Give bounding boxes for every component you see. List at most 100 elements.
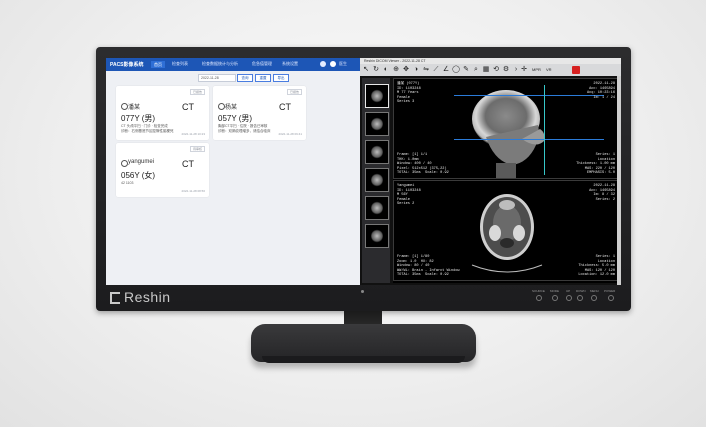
app-brand: PACS影像系统 [110, 62, 144, 68]
search-button[interactable]: 查询 [237, 74, 253, 82]
mpr-button[interactable]: MPR [532, 67, 541, 72]
series-thumbnail-panel [362, 78, 390, 283]
source-button[interactable] [536, 295, 542, 301]
patient-age-sex: 077Y (男) [121, 114, 156, 123]
worklist-app: PACS影像系统 首页 检查列表 检查数据统计与分析 危急值管理 系统设置 医生… [106, 58, 360, 285]
bezel-label-source: SOURCE [532, 289, 545, 293]
layout-icon[interactable]: ▦ [482, 66, 490, 74]
reshin-logo-icon [110, 292, 120, 304]
date-input[interactable]: 2022-11-28 [198, 74, 236, 82]
annotation-icon[interactable]: ✎ [462, 66, 470, 74]
brand-name: Reshin [124, 289, 171, 305]
zoom-icon[interactable]: ⊕ [392, 66, 400, 74]
power-button[interactable] [608, 295, 614, 301]
roi-icon[interactable]: ◯ [452, 66, 460, 74]
modality-label: CT [182, 159, 194, 169]
exam-time: 2022-11-28 09:41 [278, 132, 302, 136]
window-level-icon[interactable]: ◐ [382, 66, 390, 74]
power-led-icon [361, 290, 364, 293]
bezel-label-power: POWER [604, 289, 616, 293]
nav-item-settings[interactable]: 系统设置 [282, 61, 298, 67]
menu-button[interactable] [591, 295, 597, 301]
user-icon [218, 103, 225, 110]
overlay-top-left: Yangumei ID: 1103248 M 56Y Female Series… [397, 184, 421, 207]
pointer-icon[interactable]: ↖ [362, 66, 370, 74]
overlay-top-right: 2022-11-28 Acc: 1465894 Acq: 10:23:16 Im… [586, 82, 615, 100]
patient-card[interactable]: 待审核 yangumei CT 056Y (女) 42 1103 2022-11… [116, 143, 209, 197]
series-thumbnail[interactable] [365, 84, 389, 108]
nav-item-home[interactable]: 首页 [151, 61, 165, 68]
angle-icon[interactable]: ∠ [442, 66, 450, 74]
vr-button[interactable]: VR [546, 67, 552, 72]
settings-icon[interactable]: ⚙ [502, 66, 510, 74]
exam-time: 2022-11-28 08:56 [181, 189, 205, 193]
record-icon[interactable] [572, 66, 580, 74]
thumbnail-image [371, 117, 383, 131]
reference-line[interactable] [544, 85, 545, 175]
status-badge: 已报告 [286, 89, 302, 95]
filter-toolbar: 2022-11-28 查询 重置 导出 [106, 71, 360, 84]
series-thumbnail[interactable] [365, 168, 389, 192]
ruler-icon[interactable]: ⟋ [432, 66, 440, 74]
status-badge: 已报告 [189, 89, 205, 95]
user-icon [121, 103, 128, 110]
series-thumbnail[interactable] [365, 112, 389, 136]
overlay-top-right: 2022-11-28 Acc: 1465894 Im: 8 / 32 Serie… [589, 184, 615, 202]
overlay-bottom-right: Series: 1 Location Thickness: 1.00 mm MA… [576, 153, 615, 176]
nav-item-statistics[interactable]: 检查数据统计与分析 [202, 61, 238, 67]
exam-info: 42 1103 [121, 181, 134, 185]
flip-icon[interactable]: ⇋ [422, 66, 430, 74]
patient-name: yangumei [128, 159, 155, 165]
patient-card[interactable]: 已报告 潘某 CT 077Y (男) CT 头颅平扫 · 门诊 · 检查完成 诊… [116, 86, 209, 140]
user-label[interactable]: 医生 [339, 61, 347, 67]
top-navigation-bar: PACS影像系统 首页 检查列表 检查数据统计与分析 危急值管理 系统设置 医生 [106, 58, 360, 71]
series-thumbnail[interactable] [365, 224, 389, 248]
dicom-viewer-app: Reshin DICOM Viewer - 2022-11-28 CT ↖ ↻ … [360, 58, 621, 285]
arrow-icon[interactable]: › [512, 66, 520, 74]
reset-icon[interactable]: ⟲ [492, 66, 500, 74]
down-button[interactable] [577, 295, 583, 301]
export-button[interactable]: 导出 [273, 74, 289, 82]
overlay-bottom-left: Frame: [1] 1/1 THK: 1.0mm Window: 400 / … [397, 153, 449, 176]
mode-button[interactable] [552, 295, 558, 301]
modality-label: CT [182, 102, 194, 112]
invert-icon[interactable]: ◑ [412, 66, 420, 74]
nav-item-exam-list[interactable]: 检查列表 [172, 61, 188, 67]
patient-name: 潘某 [128, 105, 141, 111]
slice-line[interactable] [454, 95, 604, 96]
bezel-label-up: UP [566, 289, 571, 293]
slice-line[interactable] [454, 139, 604, 140]
viewport-axial[interactable]: Yangumei ID: 1103248 M 56Y Female Series… [393, 180, 619, 281]
side-scrollbar[interactable] [617, 76, 621, 285]
patient-card[interactable]: 已报告 杨某 CT 057Y (男) 胸部CT平扫 · 住院 · 报告已审核 诊… [213, 86, 306, 140]
exam-time: 2022-11-28 10:23 [181, 132, 205, 136]
overlay-bottom-right: Series: 1 Location Thickness: 5.0 mm MAS… [578, 255, 615, 278]
image-viewport-grid: 潘某 (077Y) ID: 1103248 M 77 Years Female … [393, 78, 619, 283]
screen: PACS影像系统 首页 检查列表 检查数据统计与分析 危急值管理 系统设置 医生… [106, 58, 621, 285]
monitor: PACS影像系统 首页 检查列表 检查数据统计与分析 危急值管理 系统设置 医生… [96, 47, 631, 311]
crosshair-icon[interactable]: ✛ [520, 66, 528, 74]
series-thumbnail[interactable] [365, 196, 389, 220]
patient-name: 杨某 [225, 105, 238, 111]
series-thumbnail[interactable] [365, 140, 389, 164]
diagnosis-info: 诊断：双肺纹理增多，请结合临床 [218, 129, 271, 133]
diagnosis-info: 诊断：右侧基底节区腔隙性脑梗死 [121, 129, 174, 133]
up-button[interactable] [566, 295, 572, 301]
rotate-icon[interactable]: ↻ [372, 66, 380, 74]
monitor-brand-logo: Reshin [110, 289, 171, 305]
notification-icon[interactable] [320, 61, 326, 67]
viewport-scout[interactable]: 潘某 (077Y) ID: 1103248 M 77 Years Female … [393, 78, 619, 179]
user-icon [121, 160, 128, 167]
patient-age-sex: 057Y (男) [218, 114, 253, 123]
monitor-stand-base-edge [262, 356, 465, 363]
pan-icon[interactable]: ✥ [402, 66, 410, 74]
magnifier-icon[interactable]: ⌕ [472, 66, 480, 74]
modality-label: CT [279, 102, 291, 112]
thumbnail-image [371, 173, 383, 187]
nav-item-critical[interactable]: 危急值管理 [252, 61, 272, 67]
thumbnail-image [371, 145, 383, 159]
reset-button[interactable]: 重置 [255, 74, 271, 82]
thumbnail-image [371, 229, 383, 243]
bezel-label-mode: MODE [550, 289, 559, 293]
user-avatar-icon[interactable] [330, 61, 336, 67]
